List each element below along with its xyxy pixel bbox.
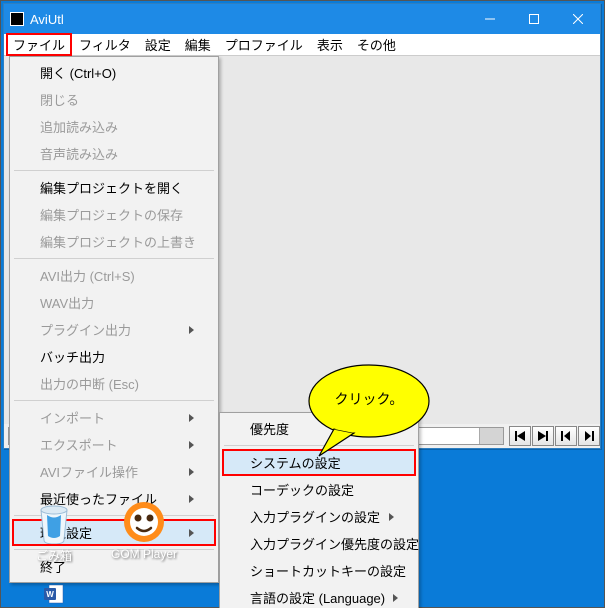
menu-file[interactable]: ファイル (6, 33, 72, 56)
env-menu-item-label: ショートカットキーの設定 (250, 561, 406, 580)
env-menu-item-7[interactable]: 言語の設定 (Language) (222, 584, 416, 608)
chevron-right-icon (393, 594, 398, 602)
file-menu-item-label: AVI出力 (Ctrl+S) (40, 266, 135, 285)
window-title: AviUtl (30, 12, 468, 27)
file-menu-item-label: WAV出力 (40, 293, 94, 312)
file-menu-item-label: プラグイン出力 (40, 320, 131, 339)
file-menu-item-17: AVIファイル操作 (12, 458, 216, 485)
file-menu-item-12[interactable]: バッチ出力 (12, 343, 216, 370)
menu-edit[interactable]: 編集 (178, 33, 218, 56)
menu-view[interactable]: 表示 (310, 33, 350, 56)
desktop-icon-gom[interactable]: GOM Player (109, 499, 179, 561)
close-button[interactable] (556, 4, 600, 34)
env-submenu: 優先度システムの設定コーデックの設定入力プラグインの設定入力プラグイン優先度の設… (219, 412, 419, 608)
maximize-button[interactable] (512, 4, 556, 34)
desktop-label-gom: GOM Player (109, 547, 179, 561)
menu-profile[interactable]: プロファイル (218, 33, 310, 56)
menu-settings[interactable]: 設定 (138, 33, 178, 56)
file-menu-item-2: 追加読み込み (12, 113, 216, 140)
chevron-right-icon (389, 425, 394, 433)
file-menu-item-16: エクスポート (12, 431, 216, 458)
file-menu-item-label: 音声読み込み (40, 144, 118, 163)
go-start-button[interactable] (555, 426, 577, 446)
file-menu-item-1: 閉じる (12, 86, 216, 113)
file-menu-separator (14, 400, 214, 401)
file-menu-item-label: AVIファイル操作 (40, 462, 138, 481)
env-menu-separator (224, 445, 414, 446)
env-menu-item-2[interactable]: システムの設定 (222, 449, 416, 476)
minimize-icon (485, 14, 495, 24)
file-menu-item-9: AVI出力 (Ctrl+S) (12, 262, 216, 289)
env-menu-item-label: 優先度 (250, 419, 289, 438)
file-menu-item-label: エクスポート (40, 435, 118, 454)
env-menu-item-label: 入力プラグイン優先度の設定 (250, 534, 419, 553)
file-menu-item-0[interactable]: 開く (Ctrl+O) (12, 59, 216, 86)
chevron-right-icon (189, 441, 194, 449)
maximize-icon (529, 14, 539, 24)
desktop-icon-word[interactable]: W (19, 583, 89, 607)
step-back-icon (515, 431, 525, 441)
chevron-right-icon (189, 529, 194, 537)
chevron-right-icon (189, 495, 194, 503)
go-start-icon (561, 431, 571, 441)
env-menu-item-6[interactable]: ショートカットキーの設定 (222, 557, 416, 584)
menu-other[interactable]: その他 (350, 33, 403, 56)
file-menu-item-label: インポート (40, 408, 105, 427)
step-forward-button[interactable] (532, 426, 554, 446)
env-menu-item-4[interactable]: 入力プラグインの設定 (222, 503, 416, 530)
file-menu-item-5[interactable]: 編集プロジェクトを開く (12, 174, 216, 201)
file-menu-separator (14, 258, 214, 259)
env-menu-item-label: 言語の設定 (Language) (250, 588, 385, 607)
file-menu-item-label: 閉じる (40, 90, 79, 109)
minimize-button[interactable] (468, 4, 512, 34)
env-menu-item-0[interactable]: 優先度 (222, 415, 416, 442)
chevron-right-icon (189, 468, 194, 476)
file-menu-item-label: 出力の中断 (Esc) (40, 374, 139, 393)
file-menu-item-label: 編集プロジェクトの保存 (40, 205, 183, 224)
desktop-label-trash: ごみ箱 (19, 547, 89, 564)
menubar: ファイル フィルタ 設定 編集 プロファイル 表示 その他 (4, 34, 600, 56)
chevron-right-icon (189, 414, 194, 422)
file-menu-item-10: WAV出力 (12, 289, 216, 316)
gom-icon (121, 499, 167, 545)
desktop-icon-trash[interactable]: ごみ箱 (19, 499, 89, 564)
menu-filter[interactable]: フィルタ (72, 33, 138, 56)
track-thumb[interactable] (479, 428, 503, 444)
file-menu-item-label: 編集プロジェクトを開く (40, 178, 183, 197)
env-menu-item-label: システムの設定 (250, 453, 341, 472)
file-menu-item-15: インポート (12, 404, 216, 431)
file-menu-separator (14, 170, 214, 171)
env-menu-item-label: コーデックの設定 (250, 480, 354, 499)
file-menu-item-label: バッチ出力 (40, 347, 105, 366)
file-menu-item-label: 追加読み込み (40, 117, 118, 136)
file-menu-item-7: 編集プロジェクトの上書き (12, 228, 216, 255)
file-menu-item-6: 編集プロジェクトの保存 (12, 201, 216, 228)
env-menu-item-label: 入力プラグインの設定 (250, 507, 380, 526)
svg-text:W: W (46, 590, 54, 599)
go-end-button[interactable] (578, 426, 600, 446)
trash-icon (31, 499, 77, 545)
file-menu-item-3: 音声読み込み (12, 140, 216, 167)
word-icon: W (31, 583, 77, 605)
chevron-right-icon (389, 513, 394, 521)
step-back-button[interactable] (509, 426, 531, 446)
step-forward-icon (538, 431, 548, 441)
file-menu-item-13: 出力の中断 (Esc) (12, 370, 216, 397)
file-menu-item-11: プラグイン出力 (12, 316, 216, 343)
file-menu-item-label: 開く (Ctrl+O) (40, 63, 116, 82)
chevron-right-icon (189, 326, 194, 334)
titlebar[interactable]: AviUtl (4, 4, 600, 34)
go-end-icon (584, 431, 594, 441)
env-menu-item-5[interactable]: 入力プラグイン優先度の設定 (222, 530, 416, 557)
close-icon (573, 14, 583, 24)
file-menu-item-label: 編集プロジェクトの上書き (40, 232, 196, 251)
app-icon (10, 12, 24, 26)
env-menu-item-3[interactable]: コーデックの設定 (222, 476, 416, 503)
